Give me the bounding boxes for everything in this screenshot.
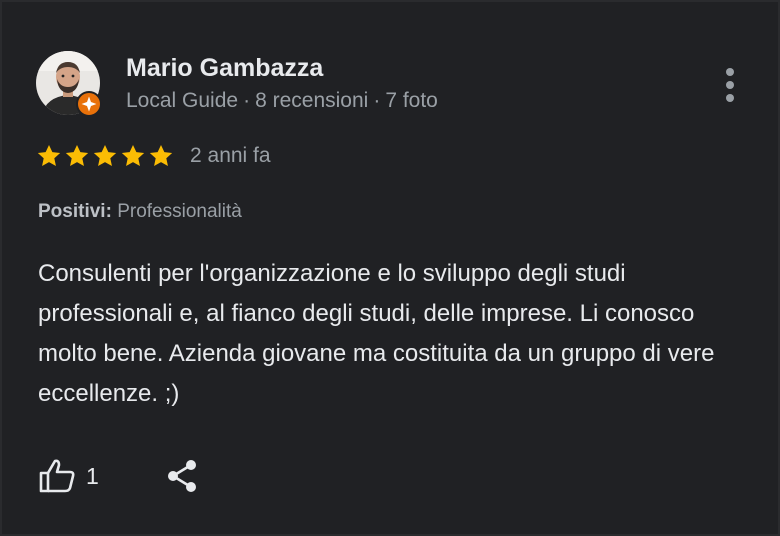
local-guide-badge-icon: [76, 91, 102, 117]
more-options-button[interactable]: [714, 64, 746, 106]
star-icon: [37, 144, 61, 166]
star-icon: [149, 144, 173, 166]
local-guide-label: Local Guide: [126, 89, 239, 112]
attribute-label: Positivi:: [38, 201, 112, 222]
rating-row: 2 anni fa: [36, 141, 271, 171]
review-date: 2 anni fa: [190, 144, 271, 167]
review-card: Mario Gambazza Local Guide · 8 recensioni ·…: [0, 0, 780, 536]
star-icon: [65, 144, 89, 166]
review-actions: 1: [38, 456, 199, 496]
star-icon: [93, 144, 117, 166]
review-text: Consulenti per l'organizzazione e lo svi…: [38, 260, 715, 407]
meta-separator: ·: [373, 89, 381, 112]
like-count: 1: [86, 462, 99, 489]
review-attribute: Positivi: Professionalità: [38, 201, 242, 223]
star-rating: [36, 143, 174, 169]
star-icon: [121, 144, 145, 166]
thumb-up-icon: [39, 459, 75, 493]
share-button[interactable]: [165, 458, 199, 494]
reviews-count: 8 recensioni: [255, 89, 369, 112]
author-name[interactable]: Mario Gambazza: [126, 54, 323, 83]
author-meta: Local Guide · 8 recensioni · 7 foto: [126, 89, 438, 113]
share-icon: [167, 460, 196, 492]
photos-count: 7 foto: [385, 89, 438, 112]
attribute-value: Professionalità: [117, 201, 242, 222]
meta-separator: ·: [243, 89, 251, 112]
like-button[interactable]: 1: [38, 458, 99, 494]
more-vert-icon: [726, 68, 734, 102]
